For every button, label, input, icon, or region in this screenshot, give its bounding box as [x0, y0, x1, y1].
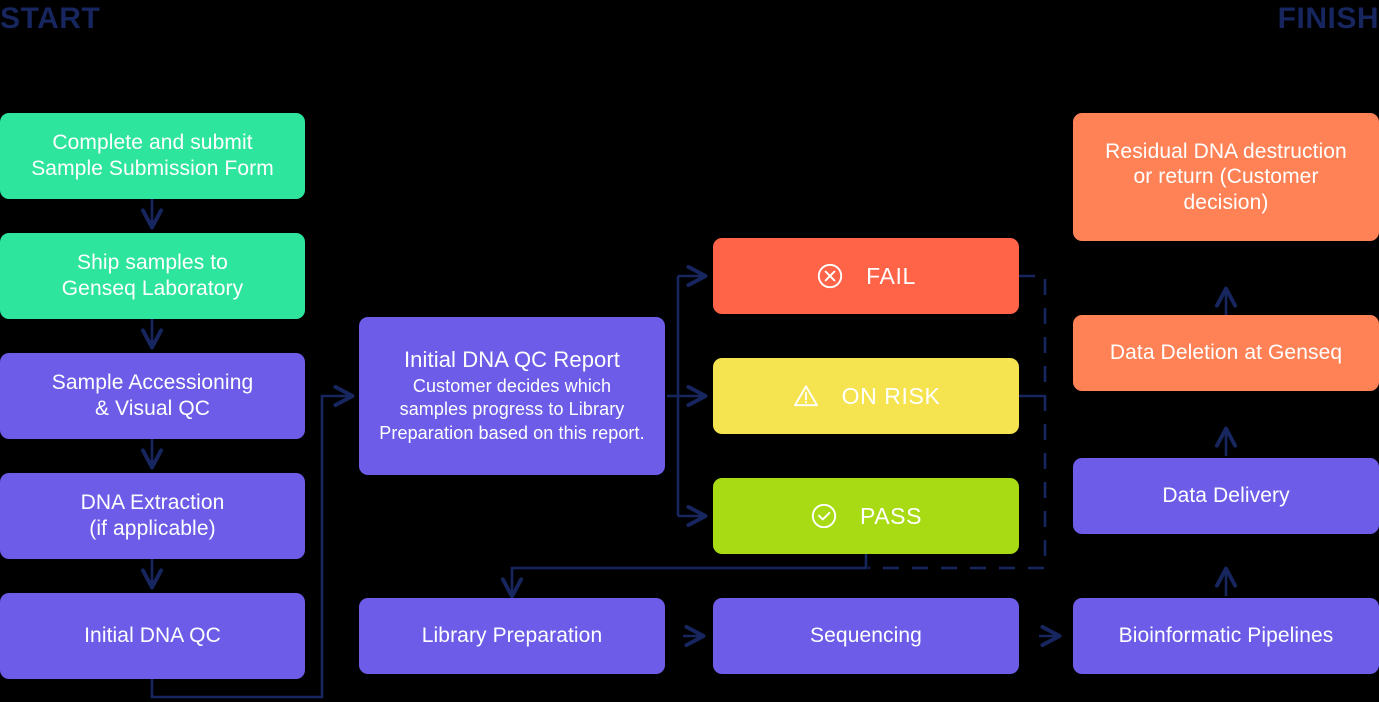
node-library-preparation[interactable]: Library Preparation: [359, 598, 665, 674]
node-residual-dna[interactable]: Residual DNA destruction or return (Cust…: [1073, 113, 1379, 241]
node-line: Sample Submission Form: [31, 157, 274, 180]
node-status-on-risk[interactable]: ON RISK: [713, 358, 1019, 434]
node-dna-extraction[interactable]: DNA Extraction (if applicable): [0, 473, 305, 559]
status-label: PASS: [859, 502, 923, 529]
node-line: Data Delivery: [1162, 484, 1290, 508]
node-data-deletion[interactable]: Data Deletion at Genseq: [1073, 315, 1379, 391]
node-line: Data Deletion at Genseq: [1109, 341, 1343, 365]
node-qc-report[interactable]: Initial DNA QC Report Customer decides w…: [359, 317, 665, 475]
node-ship-samples[interactable]: Ship samples to Genseq Laboratory: [0, 233, 305, 319]
node-line: Sequencing: [810, 624, 922, 648]
node-line: decision): [1183, 190, 1269, 214]
node-line: Bioinformatic Pipelines: [1118, 624, 1334, 648]
node-status-pass[interactable]: PASS: [713, 478, 1019, 554]
node-line: Initial DNA QC: [84, 624, 221, 648]
node-bioinformatic-pipelines[interactable]: Bioinformatic Pipelines: [1073, 598, 1379, 674]
node-initial-dna-qc[interactable]: Initial DNA QC: [0, 593, 305, 679]
node-sequencing[interactable]: Sequencing: [713, 598, 1019, 674]
node-line: DNA Extraction: [80, 491, 225, 515]
node-line: or return (Customer: [1133, 165, 1319, 189]
warning-triangle-icon: [792, 382, 820, 410]
node-line: Residual DNA destruction: [1105, 139, 1347, 163]
node-line: Sample Accessioning: [51, 371, 254, 395]
node-line: Complete and submit: [52, 131, 253, 155]
finish-label: FINISH: [1277, 2, 1379, 35]
arrow-pass-to-library-prep: [500, 553, 868, 599]
status-label: ON RISK: [841, 382, 941, 409]
node-line: Ship samples to: [77, 251, 228, 275]
qc-report-body-line: samples progress to Library: [399, 399, 625, 420]
node-line: Library Preparation: [421, 624, 603, 648]
start-label: START: [0, 2, 101, 35]
qc-report-title: Initial DNA QC Report: [403, 347, 621, 372]
arrow-qc-report-to-outcomes: [667, 264, 708, 528]
circle-check-icon: [810, 502, 838, 530]
qc-report-body-line: Customer decides which: [412, 375, 612, 396]
node-submit-form[interactable]: Complete and submit Sample Submission Fo…: [0, 113, 305, 199]
node-status-fail[interactable]: FAIL: [713, 238, 1019, 314]
node-line: Genseq Laboratory: [61, 277, 244, 300]
node-line: (if applicable): [89, 517, 216, 540]
node-sample-accessioning[interactable]: Sample Accessioning & Visual QC: [0, 353, 305, 439]
node-line: & Visual QC: [94, 397, 211, 420]
circle-x-icon: [816, 262, 844, 290]
qc-report-body-line: Preparation based on this report.: [379, 422, 645, 443]
status-label: FAIL: [866, 262, 916, 289]
flowchart-canvas: START FINISH Complete and submit Sample …: [0, 0, 1379, 702]
node-data-delivery[interactable]: Data Delivery: [1073, 458, 1379, 534]
